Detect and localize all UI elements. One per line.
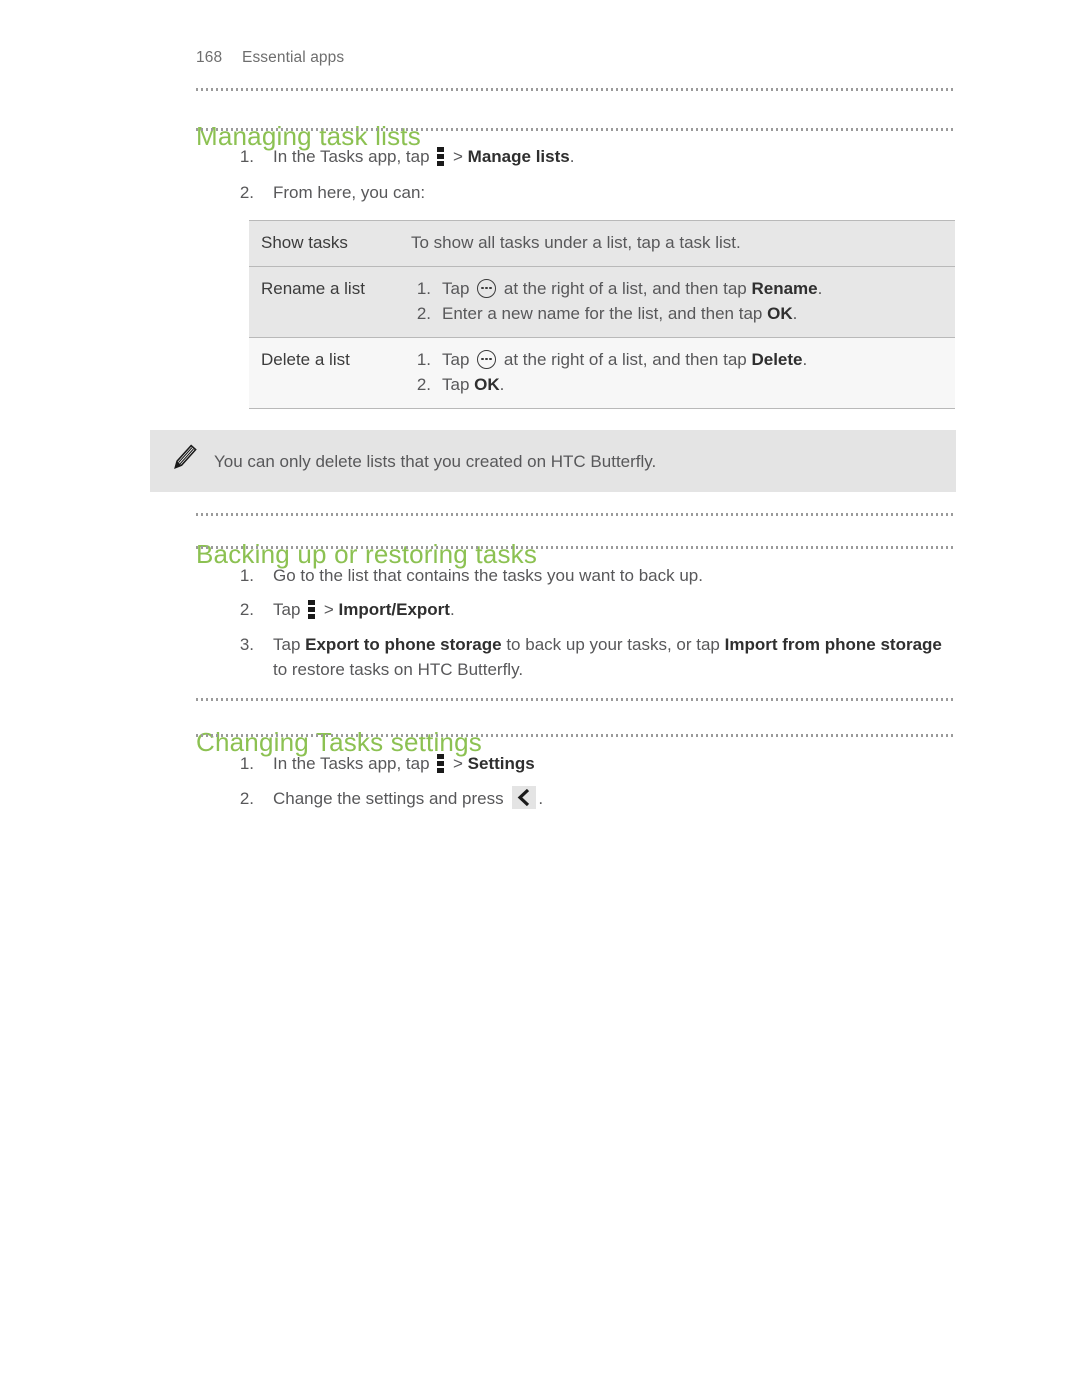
line-period: . [817, 279, 823, 298]
note-callout: You can only delete lists that you creat… [150, 430, 956, 492]
list-number: 1. [239, 147, 254, 166]
table-line: 1. Tap at the right of a list, and then … [411, 347, 945, 372]
step-text: Change the settings and press [273, 789, 509, 808]
list-item: 3. Tap Export to phone storage to back u… [224, 632, 959, 682]
page-number: 168 [196, 49, 223, 66]
line-text: Enter a new name for the list, and then … [442, 304, 768, 323]
list-text: In the Tasks app, tap > Manage lists. [273, 144, 924, 169]
list-text: From here, you can: [273, 183, 426, 202]
list-number: 1. [239, 566, 254, 585]
list-item: 1. In the Tasks app, tap > Settings [224, 751, 944, 776]
list-item: 2. Tap > Import/Export. [224, 597, 944, 622]
list-text: Change the settings and press . [273, 786, 944, 811]
table-row: Show tasks To show all tasks under a lis… [249, 220, 955, 267]
table-row-label: Show tasks [249, 220, 411, 267]
line-text: Tap [442, 350, 475, 369]
note-text: You can only delete lists that you creat… [214, 452, 657, 471]
step-text: to restore tasks on HTC Butterfly. [273, 660, 524, 679]
section-rule-bottom-3 [196, 734, 956, 737]
table-row: Delete a list 1. Tap at the right of a l… [249, 337, 955, 409]
line-bold: OK [767, 304, 793, 323]
section-rule-bottom-2 [196, 546, 956, 549]
table-row-label: Delete a list [249, 337, 411, 409]
line-text: Tap [442, 279, 475, 298]
step-bold: Settings [467, 754, 535, 773]
step-text: In the Tasks app, tap [273, 147, 435, 166]
step-text: Tap [273, 600, 306, 619]
table-row-value: To show all tasks under a list, tap a ta… [411, 220, 955, 267]
step-bold: Manage lists [467, 147, 570, 166]
step-period: . [569, 147, 575, 166]
back-arrow-icon [512, 786, 537, 809]
list-number: 2. [239, 789, 254, 808]
list-number: 2. [239, 183, 254, 202]
section-rule-top-2 [196, 513, 956, 516]
table-row: Rename a list 1. Tap at the right of a l… [249, 266, 955, 338]
step-sep: > [448, 147, 468, 166]
table-line: 2. Enter a new name for the list, and th… [411, 301, 945, 326]
step-bold: Export to phone storage [305, 635, 502, 654]
list-number: 2. [239, 600, 254, 619]
table-line-number: 2. [416, 304, 431, 323]
list-text: In the Tasks app, tap > Settings [273, 751, 944, 776]
overflow-circle-icon [477, 350, 497, 369]
table-line-number: 2. [416, 375, 431, 394]
table-row-value: 1. Tap at the right of a list, and then … [411, 337, 955, 409]
section-rule-bottom-1 [196, 128, 956, 131]
list-item: 1. Go to the list that contains the task… [224, 563, 944, 588]
line-text: Tap [442, 375, 475, 394]
overflow-circle-icon [477, 279, 497, 298]
step-sep: > [448, 754, 468, 773]
line-bold: Delete [751, 350, 803, 369]
step-sep: > [319, 600, 339, 619]
kebab-menu-icon [437, 753, 445, 773]
step-text: to back up your tasks, or tap [501, 635, 725, 654]
section-rule-top-1 [196, 88, 956, 91]
step-period: . [449, 600, 455, 619]
step-bold: Import/Export [338, 600, 450, 619]
table-line-number: 1. [416, 279, 431, 298]
step-bold: Import from phone storage [724, 635, 942, 654]
options-table: Show tasks To show all tasks under a lis… [249, 220, 955, 409]
line-text: at the right of a list, and then tap [499, 350, 752, 369]
line-bold: Rename [751, 279, 818, 298]
line-text: at the right of a list, and then tap [499, 279, 752, 298]
table-line: To show all tasks under a list, tap a ta… [411, 233, 741, 252]
list-text: Tap Export to phone storage to back up y… [273, 632, 959, 682]
kebab-menu-icon [437, 146, 445, 166]
line-period: . [792, 304, 798, 323]
line-period: . [499, 375, 505, 394]
chapter-title: Essential apps [242, 49, 345, 66]
line-bold: OK [474, 375, 500, 394]
manual-page: 168 Essential apps Managing task lists 1.… [0, 0, 1080, 1397]
table-line-number: 1. [416, 350, 431, 369]
list-item: 1. In the Tasks app, tap > Manage lists. [224, 144, 924, 169]
list-number: 3. [239, 635, 254, 654]
step-text: In the Tasks app, tap [273, 754, 435, 773]
step-period: . [538, 789, 544, 808]
pencil-icon [174, 444, 197, 469]
section-rule-top-3 [196, 698, 956, 701]
table-line: 1. Tap at the right of a list, and then … [411, 276, 945, 301]
table-row-label: Rename a list [249, 266, 411, 338]
step-text: Tap [273, 635, 306, 654]
kebab-menu-icon [308, 599, 316, 619]
table-line: 2. Tap OK. [411, 372, 945, 397]
running-header: 168 Essential apps [196, 49, 344, 67]
list-item: 2. Change the settings and press . [224, 786, 944, 811]
list-text: Tap > Import/Export. [273, 597, 944, 622]
table-row-value: 1. Tap at the right of a list, and then … [411, 266, 955, 338]
list-number: 1. [239, 754, 254, 773]
line-period: . [802, 350, 808, 369]
list-item: 2. From here, you can: [224, 180, 924, 205]
list-text: Go to the list that contains the tasks y… [273, 566, 703, 585]
